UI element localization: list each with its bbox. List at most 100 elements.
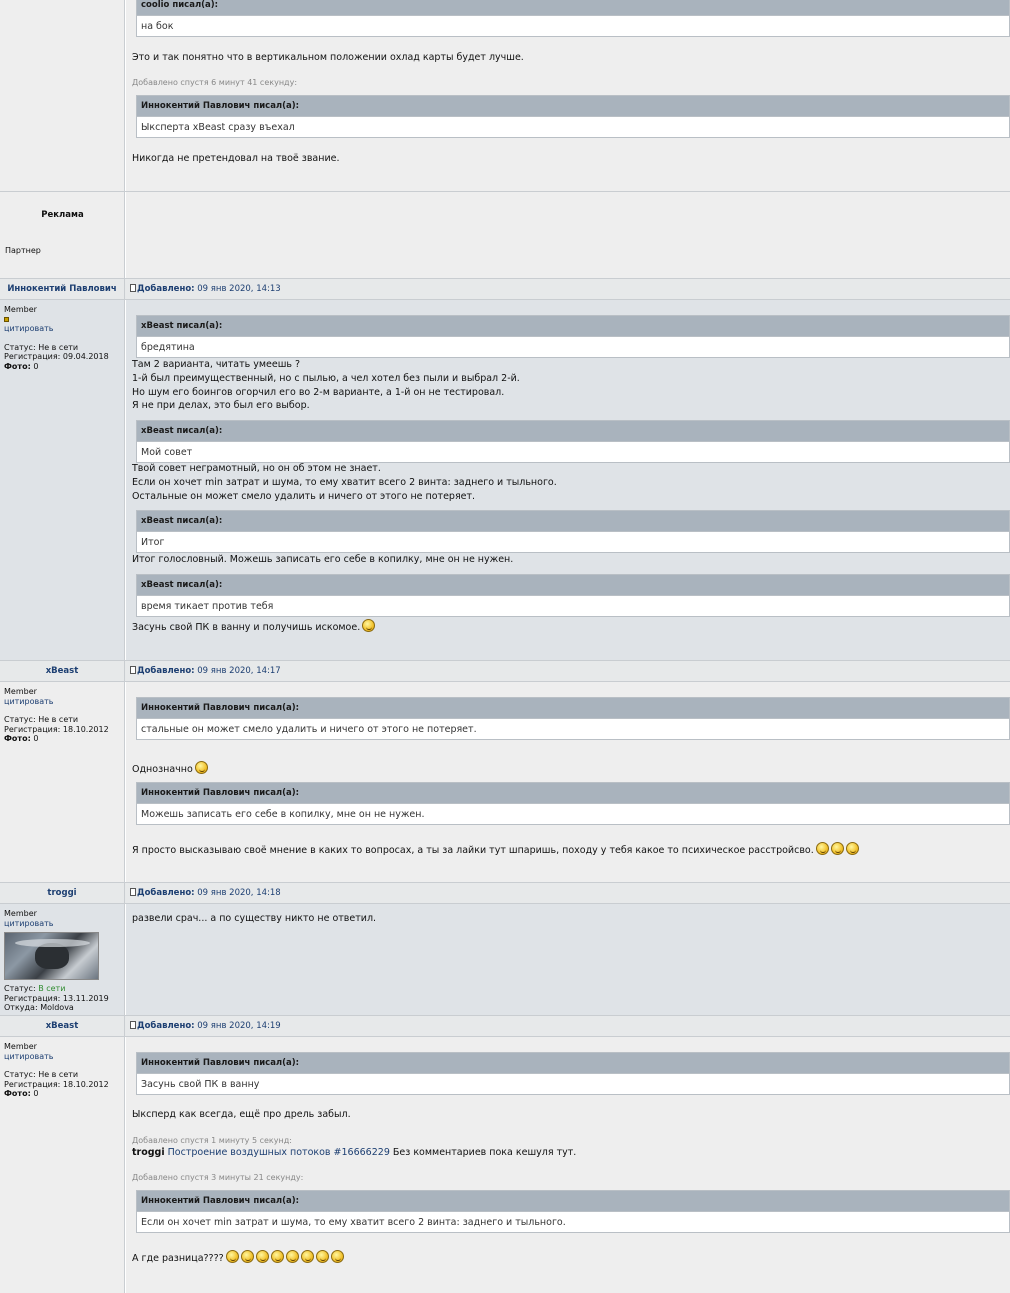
post-author-column: Member цитировать Статус: Не в сети Реги…	[0, 300, 125, 660]
smiley-icon	[285, 1250, 299, 1263]
smiley-icon	[315, 1250, 329, 1263]
quote-author: Иннокентий Павлович писал(а):	[137, 698, 1009, 718]
quote-author: xBeast писал(а):	[137, 316, 1009, 336]
cite-button[interactable]: цитировать	[4, 1052, 120, 1062]
post-author-column	[0, 0, 125, 191]
smiley-icon	[815, 842, 829, 855]
quote-block: coolio писал(а): на бок	[136, 0, 1010, 37]
quote-author: Иннокентий Павлович писал(а):	[137, 1191, 1009, 1211]
post-date-info: Добавлено: 09 янв 2020, 14:13	[130, 279, 281, 300]
user-registration: Регистрация: 18.10.2012	[4, 724, 109, 734]
post-header: xBeast Добавлено: 09 янв 2020, 14:19	[0, 1015, 1010, 1037]
rank-icon	[4, 316, 9, 322]
quote-block: xBeast писал(а): время тикает против теб…	[136, 574, 1010, 617]
post-text: 1-й был преимущественный, но с пылью, а …	[132, 373, 520, 384]
post-text: troggi Построение воздушных потоков #166…	[132, 1147, 577, 1158]
user-avatar	[4, 932, 99, 980]
quote-author: xBeast писал(а):	[137, 421, 1009, 441]
post-date: 09 янв 2020, 14:19	[197, 1021, 281, 1031]
cite-button[interactable]: цитировать	[4, 324, 120, 334]
post-added-label: Добавлено:	[137, 888, 195, 898]
quote-text: на бок	[137, 15, 1009, 36]
quote-block: Иннокентий Павлович писал(а): Засунь сво…	[136, 1052, 1010, 1095]
post-body: Иннокентий Павлович писал(а): Засунь сво…	[126, 1037, 1010, 1293]
post-text: Но шум его боингов огорчил его во 2-м ва…	[132, 387, 505, 398]
post: Member цитировать Статус: Не в сети Реги…	[0, 682, 1010, 882]
post-link-icon[interactable]	[130, 666, 136, 674]
user-registration: Регистрация: 18.10.2012	[4, 1079, 109, 1089]
post-author-name[interactable]: xBeast	[0, 661, 125, 682]
added-later-note: Добавлено спустя 1 минуту 5 секунд:	[132, 1136, 292, 1145]
user-location: Откуда: Moldova	[4, 1003, 74, 1012]
post-body: coolio писал(а): на бок Это и так понятн…	[126, 0, 1010, 191]
quote-text: Засунь свой ПК в ванну	[137, 1073, 1009, 1094]
cite-button[interactable]: цитировать	[4, 919, 120, 929]
smiley-icon	[225, 1250, 239, 1263]
quote-text: Ыксперта xBeast сразу въехал	[137, 116, 1009, 137]
quote-text: Можешь записать его себе в копилку, мне …	[137, 803, 1009, 824]
post: Member цитировать Статус: Не в сети Реги…	[0, 1037, 1010, 1293]
post-date-info: Добавлено: 09 янв 2020, 14:18	[130, 883, 281, 904]
user-photo-count: Фото: 0	[4, 734, 39, 743]
post-text: Остальные он может смело удалить и ничег…	[132, 491, 476, 502]
post-link-icon[interactable]	[130, 284, 136, 292]
quote-author: xBeast писал(а):	[137, 575, 1009, 595]
smiley-icon	[270, 1250, 284, 1263]
added-later-note: Добавлено спустя 6 минут 41 секунду:	[132, 78, 298, 87]
post-header: xBeast Добавлено: 09 янв 2020, 14:17	[0, 660, 1010, 682]
smiley-icon	[830, 842, 844, 855]
quote-block: Иннокентий Павлович писал(а): Ыксперта x…	[136, 95, 1010, 138]
quote-text: стальные он может смело удалить и ничего…	[137, 718, 1009, 739]
quote-block: Иннокентий Павлович писал(а): Можешь зап…	[136, 782, 1010, 825]
post-author-column: Member цитировать Статус: В сети Регистр…	[0, 904, 125, 1015]
smiley-icon	[240, 1250, 254, 1263]
post-link-icon[interactable]	[130, 888, 136, 896]
post-date: 09 янв 2020, 14:17	[197, 666, 281, 676]
quote-text: Итог	[137, 531, 1009, 552]
quote-text: бредятина	[137, 336, 1009, 357]
post-date-info: Добавлено: 09 янв 2020, 14:19	[130, 1016, 281, 1037]
post-text: Я просто высказываю своё мнение в каких …	[132, 842, 859, 858]
cite-button[interactable]: цитировать	[4, 697, 120, 707]
smiley-icon	[194, 761, 208, 774]
post: Member цитировать Статус: В сети Регистр…	[0, 904, 1010, 1015]
user-status: Статус: В сети	[4, 984, 66, 993]
quote-block: xBeast писал(а): Мой совет	[136, 420, 1010, 463]
post-header: Иннокентий Павлович Добавлено: 09 янв 20…	[0, 278, 1010, 300]
post-author-name[interactable]: Иннокентий Павлович	[0, 279, 125, 300]
user-role: Member	[4, 305, 37, 314]
post-text: Однозначно	[132, 761, 208, 777]
post: Member цитировать Статус: Не в сети Реги…	[0, 300, 1010, 660]
mentioned-user[interactable]: troggi	[132, 1147, 165, 1158]
post-body: развели срач... а по существу никто не о…	[126, 904, 1010, 1015]
user-photo-count: Фото: 0	[4, 1089, 39, 1098]
post-link-icon[interactable]	[130, 1021, 136, 1029]
user-status: Статус: Не в сети	[4, 342, 79, 352]
post-text: Засунь свой ПК в ванну и получишь искомо…	[132, 619, 376, 635]
user-registration: Регистрация: 09.04.2018	[4, 352, 109, 361]
post-date-info: Добавлено: 09 янв 2020, 14:17	[130, 661, 281, 682]
smiley-icon	[255, 1250, 269, 1263]
post-author-name[interactable]: xBeast	[0, 1016, 125, 1037]
post-text: Твой совет неграмотный, но он об этом не…	[132, 463, 381, 474]
post-text: Итог голословный. Можешь записать его се…	[132, 554, 514, 565]
quote-block: xBeast писал(а): Итог	[136, 510, 1010, 553]
user-role: Member	[4, 909, 37, 918]
post-author-name[interactable]: troggi	[0, 883, 125, 904]
quote-block: Иннокентий Павлович писал(а): стальные о…	[136, 697, 1010, 740]
post-author-column: Member цитировать Статус: Не в сети Реги…	[0, 682, 125, 882]
post-text: Там 2 варианта, читать умеешь ?	[132, 359, 301, 370]
post-added-label: Добавлено:	[137, 284, 195, 294]
post-date: 09 янв 2020, 14:13	[197, 284, 281, 294]
added-later-note: Добавлено спустя 3 минуты 21 секунду:	[132, 1173, 304, 1182]
quote-author: Иннокентий Павлович писал(а):	[137, 783, 1009, 803]
post-added-label: Добавлено:	[137, 1021, 195, 1031]
topic-link[interactable]: Построение воздушных потоков #16666229	[168, 1147, 390, 1158]
quote-author: Иннокентий Павлович писал(а):	[137, 96, 1009, 116]
ad-title: Реклама	[41, 210, 84, 220]
user-registration: Регистрация: 13.11.2019	[4, 993, 109, 1003]
quote-author: xBeast писал(а):	[137, 511, 1009, 531]
post-text: А где разница????	[132, 1250, 344, 1266]
smiley-icon	[845, 842, 859, 855]
quote-author: Иннокентий Павлович писал(а):	[137, 1053, 1009, 1073]
